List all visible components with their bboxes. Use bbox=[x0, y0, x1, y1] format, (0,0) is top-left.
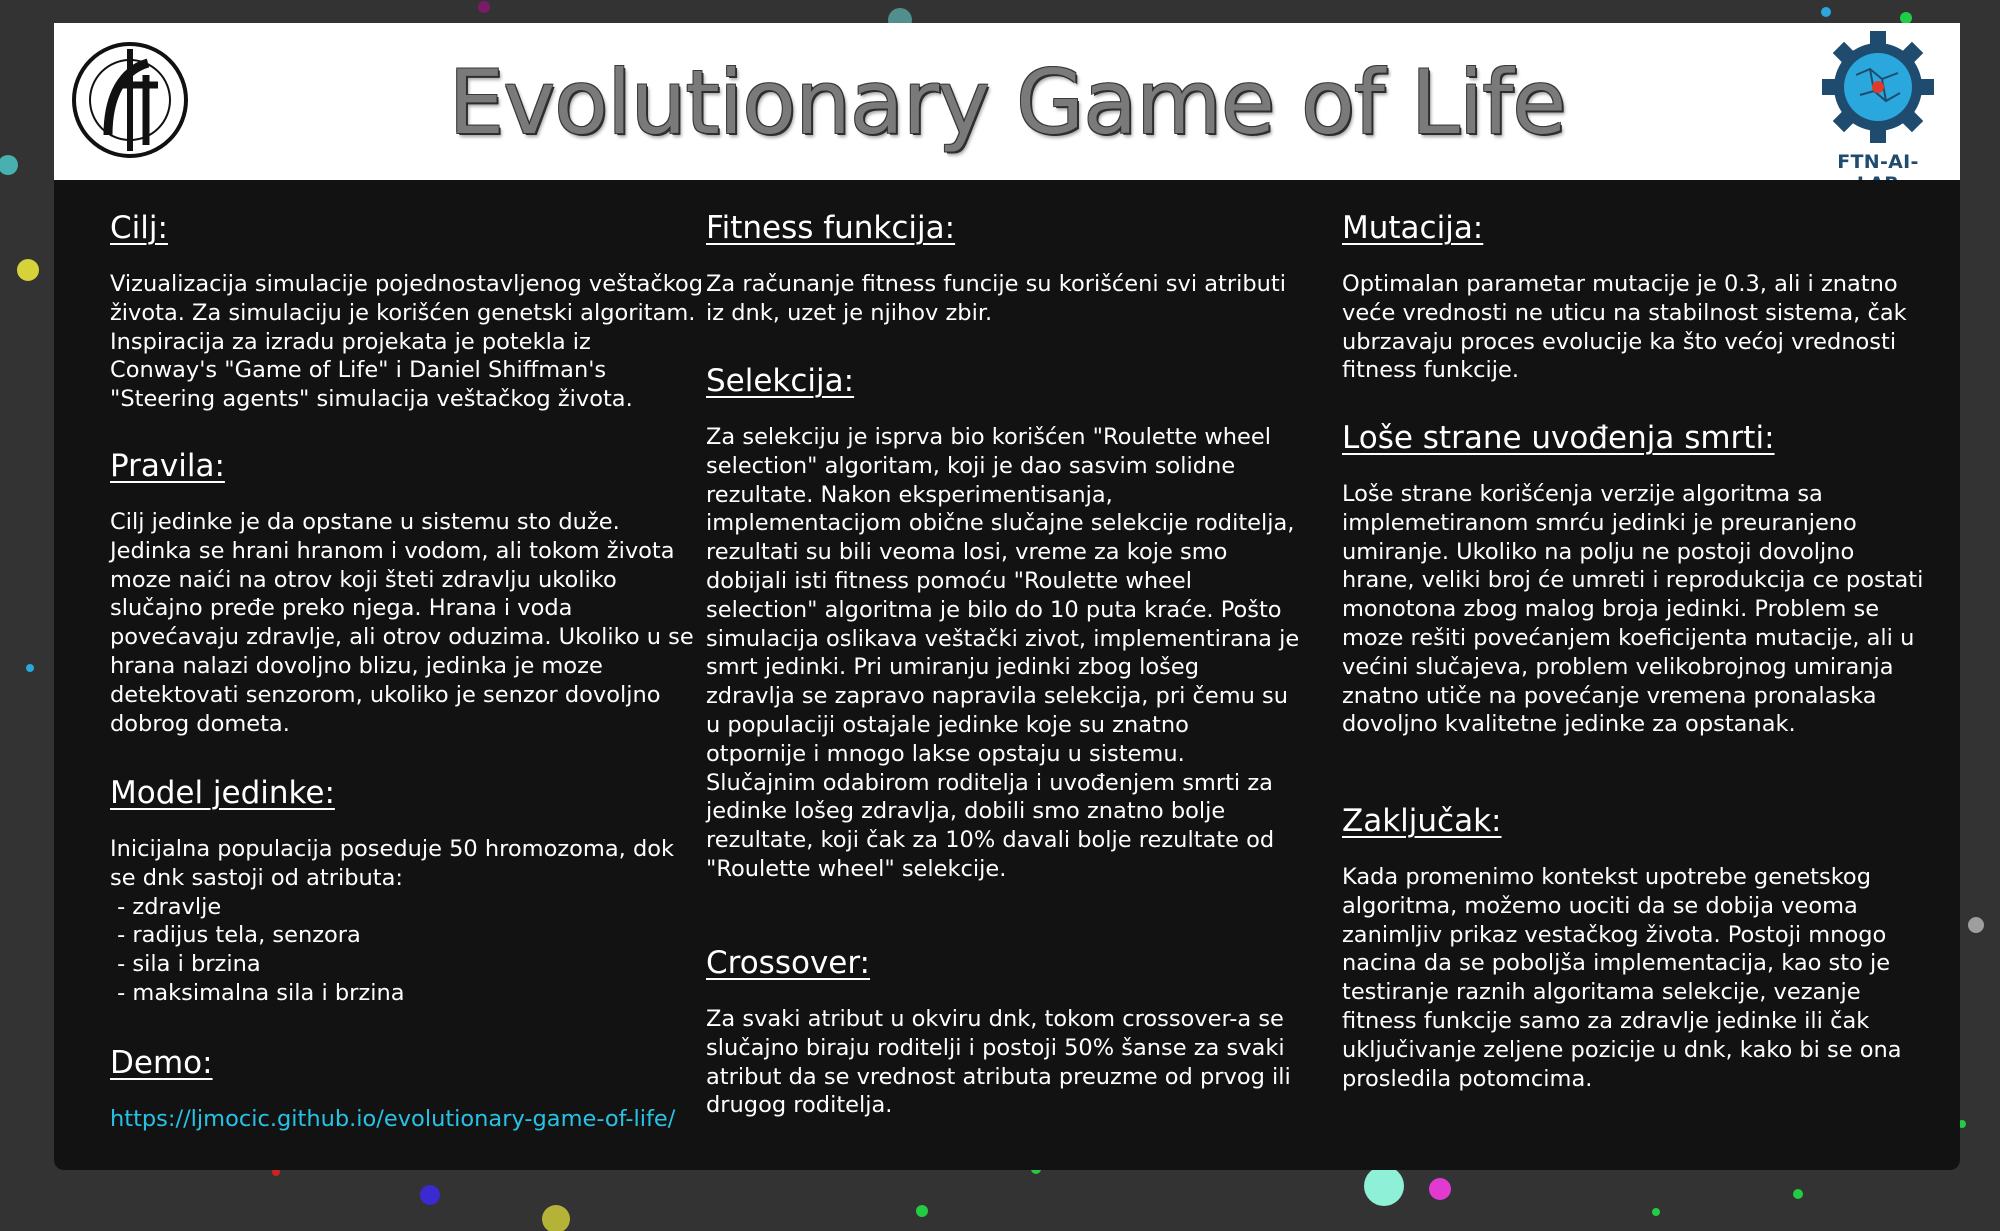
demo-link[interactable]: https://ljmocic.github.io/evolutionary-g… bbox=[110, 1106, 675, 1132]
section-zakljucak: Zaključak: Kada promenimo kontekst upotr… bbox=[1342, 803, 1932, 1093]
heading-lose-strane: Loše strane uvođenja smrti: bbox=[1342, 420, 1775, 456]
heading-model-jedinke: Model jedinke: bbox=[110, 775, 335, 811]
heading-crossover: Crossover: bbox=[706, 945, 871, 981]
list-item: - zdravlje bbox=[110, 893, 222, 920]
text-crossover: Za svaki atribut u okviru dnk, tokom cro… bbox=[706, 1006, 1291, 1119]
section-mutacija: Mutacija: Optimalan parametar mutacije j… bbox=[1342, 210, 1932, 385]
list-item: - sila i brzina bbox=[110, 951, 261, 978]
text-lose-strane: Loše strane korišćenja verzije algoritma… bbox=[1342, 481, 1924, 738]
text-cilj: Vizualizacija simulacije pojednostavljen… bbox=[110, 271, 704, 413]
gear-icon bbox=[1822, 31, 1934, 143]
header-banner: Evolutionary Game of Life FTN-AI- bbox=[54, 23, 1960, 195]
list-item: - radijus tela, senzora bbox=[110, 922, 361, 949]
section-crossover: Crossover: Za svaki atribut u okviru dnk… bbox=[706, 945, 1346, 1120]
heading-demo: Demo: bbox=[110, 1045, 213, 1081]
heading-fitness: Fitness funkcija: bbox=[706, 210, 956, 246]
text-mutacija: Optimalan parametar mutacije je 0.3, ali… bbox=[1342, 271, 1907, 384]
text-fitness: Za računanje fitness funcije su korišćen… bbox=[706, 271, 1286, 326]
heading-zakljucak: Zaključak: bbox=[1342, 803, 1502, 839]
section-fitness: Fitness funkcija: Za računanje fitness f… bbox=[706, 210, 1346, 328]
heading-selekcija: Selekcija: bbox=[706, 363, 855, 399]
text-zakljucak: Kada promenimo kontekst upotrebe genetsk… bbox=[1342, 864, 1902, 1092]
heading-pravila: Pravila: bbox=[110, 448, 225, 484]
section-lose-strane: Loše strane uvođenja smrti: Loše strane … bbox=[1342, 420, 1932, 739]
section-model-jedinke: Model jedinke: Inicijalna populacija pos… bbox=[110, 775, 710, 1008]
heading-mutacija: Mutacija: bbox=[1342, 210, 1484, 246]
page-title: Evolutionary Game of Life bbox=[448, 51, 1567, 154]
section-selekcija: Selekcija: Za selekciju je isprva bio ko… bbox=[706, 363, 1346, 884]
attribute-list: - zdravlje - radijus tela, senzora - sil… bbox=[110, 893, 710, 1008]
text-selekcija: Za selekciju je isprva bio korišćen "Rou… bbox=[706, 424, 1300, 882]
section-cilj: Cilj: Vizualizacija simulacije pojednost… bbox=[110, 210, 710, 414]
text-model-jedinke: Inicijalna populacija poseduje 50 hromoz… bbox=[110, 836, 675, 891]
content-panel: Cilj: Vizualizacija simulacije pojednost… bbox=[54, 180, 1960, 1170]
text-pravila: Cilj jedinke je da opstane u sistemu sto… bbox=[110, 509, 694, 737]
ftn-ai-lab-logo: FTN-AI-LAB bbox=[1818, 29, 1938, 195]
heading-cilj: Cilj: bbox=[110, 210, 168, 246]
section-demo: Demo: https://ljmocic.github.io/evolutio… bbox=[110, 1045, 710, 1134]
section-pravila: Pravila: Cilj jedinke je da opstane u si… bbox=[110, 448, 710, 738]
list-item: - maksimalna sila i brzina bbox=[110, 979, 405, 1006]
